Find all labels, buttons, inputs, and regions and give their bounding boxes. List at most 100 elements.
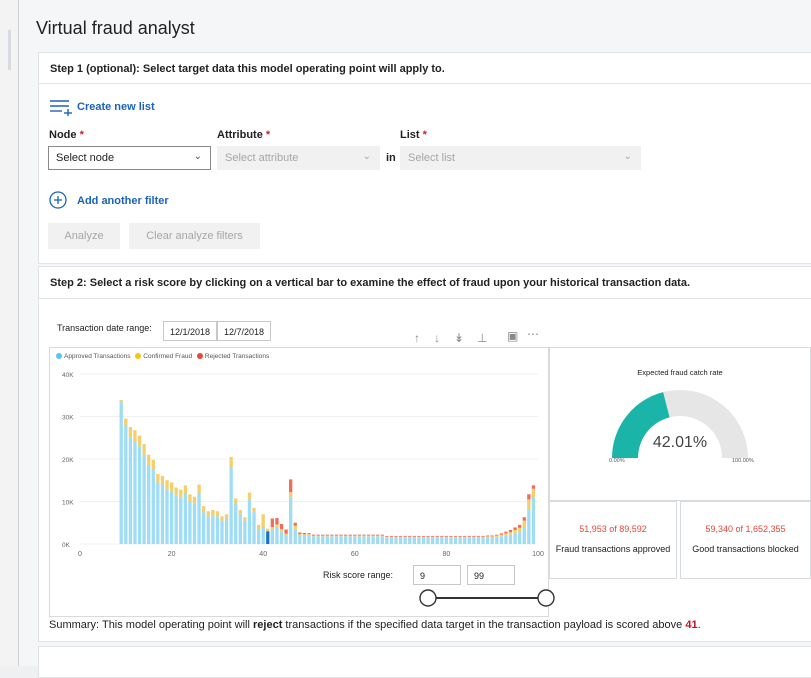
summary-text: Summary: This model operating point will… — [49, 619, 701, 631]
bar-segment — [137, 446, 142, 544]
bar-segment — [243, 517, 247, 521]
list-label: List * — [400, 129, 427, 141]
x-tick-label: 20 — [168, 551, 176, 558]
bar-segment — [412, 537, 416, 544]
bar-segment — [169, 490, 174, 544]
double-arrow-down-icon[interactable]: ↡ — [454, 331, 464, 345]
bar-segment — [174, 495, 178, 544]
bar-segment — [206, 511, 210, 517]
node-select[interactable]: Select node ⌄ — [48, 146, 211, 170]
bar-segment — [266, 528, 270, 532]
bar-segment — [261, 514, 265, 527]
bar-segment — [321, 535, 325, 537]
add-filter-icon[interactable] — [49, 191, 67, 209]
slider-handle-max — [537, 589, 555, 607]
bar-segment — [334, 534, 339, 536]
add-another-filter-link[interactable]: Add another filter — [77, 195, 169, 207]
arrow-down-icon[interactable]: ↓ — [434, 331, 440, 345]
bar-segment — [348, 534, 352, 536]
bar-segment — [366, 534, 371, 536]
bar-segment — [284, 529, 288, 534]
fraud-approved-panel: 51,953 of 89,592 Fraud transactions appr… — [549, 501, 677, 579]
step2-heading: Step 2: Select a risk score by clicking … — [50, 277, 691, 289]
bar-segment — [330, 536, 334, 544]
bar-segment — [275, 518, 279, 525]
bar-segment — [467, 536, 471, 538]
bar-segment — [362, 536, 366, 544]
arrow-up-icon[interactable]: ↑ — [414, 331, 420, 345]
bar-segment — [202, 512, 206, 544]
start-date-input[interactable]: 12/1/2018 — [163, 321, 218, 341]
bar-segment — [426, 537, 430, 544]
bar-segment — [495, 534, 499, 536]
bar-segment — [508, 534, 513, 544]
bar-segment — [463, 535, 467, 537]
bar-segment — [449, 537, 453, 544]
bar-segment — [284, 535, 288, 544]
risk-score-chart[interactable]: 0K 10K 20K 30K 40K 0 20 40 60 80 100 — [50, 368, 548, 578]
bar-segment — [160, 484, 165, 544]
bar-segment — [124, 425, 128, 544]
left-rail — [0, 0, 19, 666]
summary-middle: transactions if the specified data targe… — [282, 619, 686, 631]
bar-segment — [453, 537, 458, 544]
x-tick-label: 0 — [78, 551, 82, 558]
end-date-input[interactable]: 12/7/2018 — [217, 321, 272, 341]
bar-segment — [513, 533, 517, 544]
bar-segment — [495, 535, 499, 537]
bar-segment — [343, 534, 348, 536]
fraud-approved-value: 51,953 of 89,592 — [579, 524, 647, 534]
bar-segment — [403, 535, 407, 537]
focus-mode-icon[interactable]: ▣ — [507, 329, 518, 343]
attribute-label-text: Attribute — [217, 129, 263, 141]
good-blocked-panel: 59,340 of 1,652,355 Good transactions bl… — [680, 501, 811, 579]
bar-segment — [133, 442, 137, 544]
slider-handle-min — [419, 589, 437, 607]
bar-segment — [518, 532, 522, 544]
bar-segment — [435, 537, 439, 544]
more-options-icon[interactable]: ⋯ — [527, 327, 539, 341]
bar-segment — [518, 527, 522, 533]
required-mark: * — [422, 129, 427, 141]
bar-segment — [302, 532, 307, 535]
bar-segment — [229, 456, 233, 468]
analyze-button[interactable]: Analyze — [48, 223, 120, 249]
hierarchy-icon[interactable]: ⊥ — [477, 331, 487, 345]
legend-approved: Approved Transactions — [64, 353, 131, 360]
bar-segment — [284, 533, 288, 536]
risk-score-range-label: Risk score range: — [323, 570, 394, 580]
bar-segment — [417, 537, 421, 544]
in-label: in — [386, 152, 396, 164]
bar-segment — [522, 520, 526, 527]
gauge-min-label: 0.00% — [609, 458, 625, 464]
bar-segment — [463, 537, 467, 544]
bar-segment — [426, 536, 430, 538]
bar-segment — [252, 507, 256, 513]
bar-segment — [353, 535, 357, 537]
create-list-icon[interactable] — [49, 98, 73, 116]
bar-segment — [197, 484, 201, 493]
bar-segment — [476, 537, 481, 544]
bar-segment — [389, 537, 394, 544]
bar-segment — [224, 514, 229, 519]
bar-segment — [215, 516, 220, 544]
risk-max-input[interactable]: 99 — [467, 565, 515, 585]
bar-segment — [357, 535, 362, 537]
good-blocked-value: 59,340 of 1,652,355 — [705, 524, 786, 534]
clear-analyze-filters-button[interactable]: Clear analyze filters — [129, 223, 260, 249]
step2-card: Step 2: Select a risk score by clicking … — [38, 266, 811, 642]
bar-segment — [169, 482, 174, 491]
bar-segment — [481, 535, 485, 537]
bar-segment — [371, 534, 375, 536]
create-new-list-link[interactable]: Create new list — [77, 101, 155, 113]
bar-segment — [412, 536, 416, 538]
bar-segment — [417, 535, 421, 537]
bar-segment — [440, 537, 444, 544]
list-label-text: List — [400, 129, 420, 141]
bar-segment — [197, 493, 201, 544]
risk-range-slider[interactable] — [418, 586, 558, 610]
bar-segment — [289, 497, 293, 544]
risk-min-input[interactable]: 9 — [413, 565, 461, 585]
bar-segment — [229, 467, 233, 544]
bar-segment — [508, 532, 513, 535]
